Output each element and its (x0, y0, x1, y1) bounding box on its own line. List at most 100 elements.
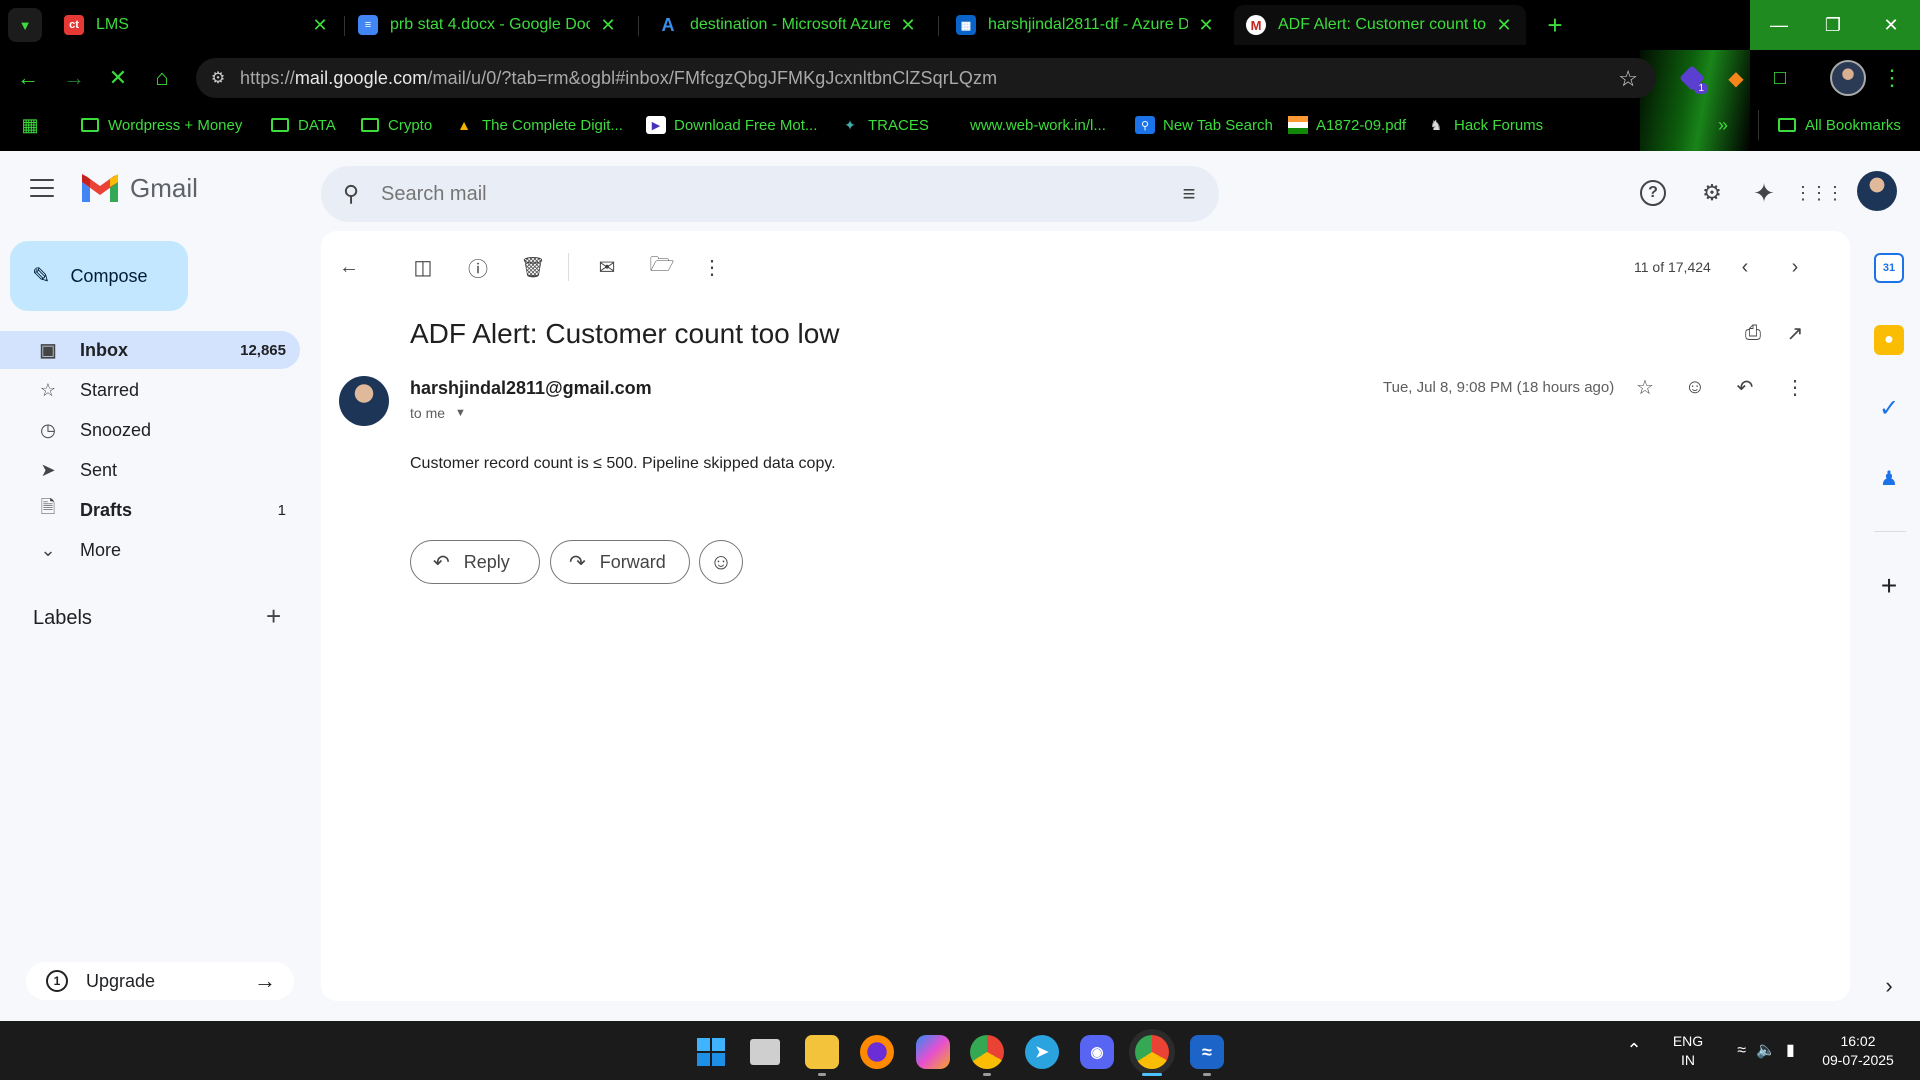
more-options-icon[interactable]: ⋮ (694, 249, 730, 285)
new-tab-button[interactable]: + (1540, 10, 1570, 41)
google-apps-icon[interactable]: ⋮⋮⋮ (1794, 175, 1844, 211)
chrome-profile-icon[interactable] (970, 1035, 1004, 1069)
bookmark-link[interactable]: A1872-09.pdf (1288, 110, 1406, 140)
settings-gear-icon[interactable]: ⚙ (1694, 175, 1730, 211)
search-options-icon[interactable]: ≡ (1159, 181, 1219, 207)
sidebar-item-more[interactable]: ⌄ More (0, 531, 300, 569)
minimize-button[interactable]: — (1750, 0, 1808, 50)
show-side-panel-chevron-icon[interactable]: › (1874, 971, 1904, 1001)
clock-date[interactable]: 16:02 09-07-2025 (1808, 1021, 1908, 1080)
show-hidden-icons-chevron-icon[interactable]: ⌃ (1620, 1021, 1648, 1080)
home-button[interactable]: ⌂ (144, 58, 180, 98)
apps-grid-icon[interactable]: ▦ (20, 110, 48, 140)
tab-search-button[interactable]: ▼ (8, 8, 42, 42)
compose-button[interactable]: ✎ Compose (10, 241, 188, 311)
add-reaction-icon[interactable]: ☺ (1677, 369, 1713, 405)
close-tab-icon[interactable]: ✕ (898, 15, 918, 36)
bookmark-star-icon[interactable]: ☆ (1618, 66, 1638, 92)
site-info-icon[interactable]: ⚙ (196, 68, 240, 88)
forward-button[interactable]: ↷ Forward (550, 540, 690, 584)
tab-google-docs[interactable]: ≡ prb stat 4.docx - Google Docs ✕ (346, 5, 630, 45)
bookmarks-overflow-icon[interactable]: » (1718, 110, 1728, 140)
restore-button[interactable]: ❐ (1804, 0, 1862, 50)
close-tab-icon[interactable]: ✕ (1494, 15, 1514, 36)
extensions-puzzle-icon[interactable]: □ (1764, 62, 1796, 94)
sender-email[interactable]: harshjindal2811@gmail.com (410, 378, 652, 399)
search-bar[interactable]: ⚲ ≡ (321, 166, 1219, 222)
gmail-logo[interactable]: Gmail (80, 173, 198, 204)
bookmark-link[interactable]: ♞ Hack Forums (1426, 110, 1543, 140)
extension-icon[interactable]: 1 (1676, 62, 1708, 94)
windows-start-icon[interactable] (694, 1035, 728, 1069)
bookmark-folder[interactable]: Crypto (360, 110, 432, 140)
bookmark-folder[interactable]: Wordpress + Money (80, 110, 242, 140)
bookmark-link[interactable]: www.web-work.in/l... (970, 110, 1106, 140)
get-addons-plus-icon[interactable]: + (1874, 570, 1904, 601)
move-to-icon[interactable]: 🗁 (644, 249, 680, 285)
copilot-icon[interactable] (916, 1035, 950, 1069)
back-button[interactable]: ← (10, 58, 46, 98)
azure-data-studio-icon[interactable]: ≈ (1190, 1035, 1224, 1069)
gemini-sparkle-icon[interactable]: ✦ (1746, 175, 1782, 211)
tab-azure-data-factory[interactable]: ▦ harshjindal2811-df - Azure Data ✕ (944, 5, 1228, 45)
discord-icon[interactable]: ◉ (1080, 1035, 1114, 1069)
sender-avatar[interactable] (339, 376, 389, 426)
older-chevron-right-icon[interactable]: › (1777, 249, 1813, 285)
recipient-details[interactable]: to me ▼ (410, 405, 466, 421)
print-icon[interactable]: ⎙ (1735, 315, 1771, 351)
report-spam-icon[interactable]: ⓘ (460, 249, 496, 285)
message-more-icon[interactable]: ⋮ (1777, 369, 1813, 405)
reply-button[interactable]: ↶ Reply (410, 540, 540, 584)
tab-azure-portal[interactable]: A destination - Microsoft Azure ✕ (646, 5, 930, 45)
emoji-reaction-button[interactable]: ☺ (699, 540, 743, 584)
task-view-icon[interactable] (750, 1039, 780, 1065)
archive-icon[interactable]: ◫ (405, 249, 441, 285)
calendar-icon[interactable]: 31 (1874, 253, 1904, 283)
tab-gmail[interactable]: M ADF Alert: Customer count too ✕ (1234, 5, 1526, 45)
close-window-button[interactable]: ✕ (1862, 0, 1920, 50)
create-label-button[interactable]: + (266, 601, 281, 632)
profile-avatar[interactable] (1830, 60, 1866, 96)
search-input[interactable] (381, 182, 1159, 206)
sidebar-item-inbox[interactable]: ▣ Inbox 12,865 (0, 331, 300, 369)
contacts-icon[interactable]: ♟ (1874, 463, 1904, 493)
forward-button[interactable]: → (56, 58, 92, 98)
search-icon[interactable]: ⚲ (321, 181, 381, 207)
newer-chevron-left-icon[interactable]: ‹ (1727, 249, 1763, 285)
tab-lms[interactable]: ct LMS ✕ (52, 5, 342, 45)
input-language-indicator[interactable]: ENG IN (1664, 1021, 1712, 1080)
delete-icon[interactable]: 🗑 (515, 249, 551, 285)
back-to-inbox-icon[interactable]: ← (331, 249, 367, 285)
sidebar-item-starred[interactable]: ☆ Starred (0, 371, 300, 409)
bookmark-link[interactable]: ⚲ New Tab Search (1135, 110, 1273, 140)
star-icon[interactable]: ☆ (1627, 369, 1663, 405)
sidebar-item-drafts[interactable]: 🗎 Drafts 1 (0, 491, 300, 529)
bookmark-link[interactable]: ✦ TRACES (840, 110, 929, 140)
browser-menu-icon[interactable]: ⋮ (1876, 62, 1908, 94)
open-new-window-icon[interactable]: ↗ (1777, 315, 1813, 351)
system-tray-status[interactable]: ≈ 🔈 ▮ (1716, 1021, 1816, 1080)
mark-unread-icon[interactable]: ✉ (589, 249, 625, 285)
account-avatar[interactable] (1857, 171, 1897, 211)
bookmark-link[interactable]: ▲ The Complete Digit... (454, 110, 623, 140)
help-icon[interactable]: ? (1640, 180, 1666, 206)
stop-loading-button[interactable]: ✕ (100, 58, 136, 98)
bookmark-folder[interactable]: DATA (270, 110, 336, 140)
main-menu-icon[interactable] (30, 179, 54, 203)
tasks-icon[interactable]: ✓ (1874, 393, 1904, 423)
telegram-icon[interactable]: ➤ (1025, 1035, 1059, 1069)
firefox-icon[interactable] (860, 1035, 894, 1069)
close-tab-icon[interactable]: ✕ (598, 15, 618, 36)
upgrade-button[interactable]: 1 Upgrade → (26, 962, 294, 1000)
sidebar-item-snoozed[interactable]: ◷ Snoozed (0, 411, 300, 449)
close-tab-icon[interactable]: ✕ (1196, 15, 1216, 36)
chrome-icon[interactable] (1135, 1035, 1169, 1069)
reply-icon[interactable]: ↶ (1727, 369, 1763, 405)
bookmark-link[interactable]: ▶ Download Free Mot... (646, 110, 817, 140)
address-bar[interactable]: ⚙ https://mail.google.com/mail/u/0/?tab=… (196, 58, 1656, 98)
close-tab-icon[interactable]: ✕ (310, 15, 330, 36)
metamask-icon[interactable]: ◆ (1720, 62, 1752, 94)
sidebar-item-sent[interactable]: ➤ Sent (0, 451, 300, 489)
all-bookmarks-button[interactable]: All Bookmarks (1758, 110, 1901, 140)
keep-icon[interactable]: ● (1874, 325, 1904, 355)
